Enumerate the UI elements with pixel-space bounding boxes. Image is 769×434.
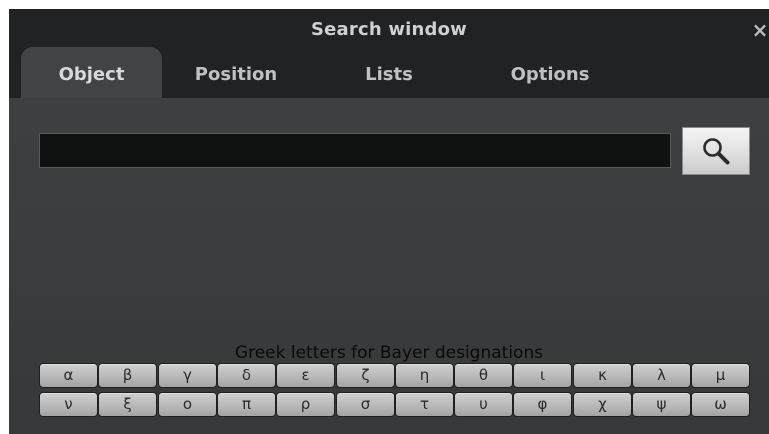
greek-key[interactable]: μ bbox=[691, 363, 750, 388]
greek-key[interactable]: σ bbox=[336, 392, 395, 417]
greek-key[interactable]: ν bbox=[39, 392, 98, 417]
tab-lists[interactable]: Lists bbox=[349, 47, 429, 98]
greek-key[interactable]: ξ bbox=[98, 392, 157, 417]
greek-key[interactable]: γ bbox=[158, 363, 217, 388]
greek-key[interactable]: β bbox=[98, 363, 157, 388]
greek-key[interactable]: ζ bbox=[336, 363, 395, 388]
greek-key[interactable]: ρ bbox=[276, 392, 335, 417]
greek-key[interactable]: χ bbox=[573, 392, 632, 417]
greek-key[interactable]: π bbox=[217, 392, 276, 417]
tab-position[interactable]: Position bbox=[176, 47, 296, 98]
magnifier-icon bbox=[703, 138, 730, 165]
greek-key[interactable]: δ bbox=[217, 363, 276, 388]
greek-key[interactable]: ι bbox=[513, 363, 572, 388]
search-button[interactable] bbox=[682, 127, 750, 175]
greek-key[interactable]: ψ bbox=[632, 392, 691, 417]
title-bar[interactable]: Search window × bbox=[9, 9, 769, 47]
greek-key[interactable]: κ bbox=[573, 363, 632, 388]
greek-key[interactable]: τ bbox=[395, 392, 454, 417]
greek-key[interactable]: η bbox=[395, 363, 454, 388]
greek-key[interactable]: φ bbox=[513, 392, 572, 417]
greek-key[interactable]: υ bbox=[454, 392, 513, 417]
greek-key[interactable]: ο bbox=[158, 392, 217, 417]
greek-key[interactable]: ω bbox=[691, 392, 750, 417]
close-icon[interactable]: × bbox=[749, 9, 769, 47]
greek-key[interactable]: λ bbox=[632, 363, 691, 388]
search-input[interactable] bbox=[39, 133, 671, 168]
tab-bar: Object Position Lists Options bbox=[9, 47, 769, 98]
tab-object[interactable]: Object bbox=[21, 47, 162, 98]
search-window: Search window × Object Position Lists Op… bbox=[9, 9, 769, 434]
tab-options[interactable]: Options bbox=[495, 47, 605, 98]
greek-key[interactable]: α bbox=[39, 363, 98, 388]
greek-key[interactable]: θ bbox=[454, 363, 513, 388]
greek-key[interactable]: ε bbox=[276, 363, 335, 388]
window-title: Search window bbox=[310, 19, 468, 40]
greek-letters-label: Greek letters for Bayer designations bbox=[234, 343, 544, 363]
